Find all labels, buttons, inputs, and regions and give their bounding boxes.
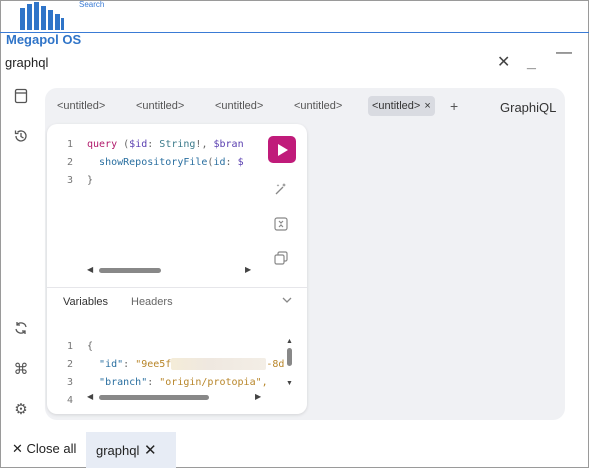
tab-close-icon[interactable]: × (424, 100, 430, 112)
graphiql-container: <untitled> <untitled> <untitled> <untitl… (45, 88, 565, 420)
run-query-button[interactable] (268, 136, 296, 163)
scroll-thumb[interactable] (99, 395, 209, 400)
code-line: 3 "branch": "origin/protopia", (47, 374, 287, 392)
tab-variables[interactable]: Variables (63, 296, 108, 308)
command-icon[interactable]: ⌘ (12, 361, 30, 379)
tab-untitled-3[interactable]: <untitled> (211, 96, 267, 116)
close-window-icon[interactable]: ✕ (497, 52, 510, 72)
refresh-icon[interactable] (12, 320, 30, 338)
search-label[interactable]: Search (79, 0, 104, 9)
add-tab-button[interactable]: + (450, 98, 458, 114)
variable-key: "id" (99, 359, 124, 370)
scroll-left-icon[interactable]: ◀ (87, 392, 93, 401)
scroll-right-icon[interactable]: ▶ (245, 265, 251, 274)
query-horizontal-scrollbar[interactable]: ◀ ▶ (87, 265, 252, 275)
copy-icon[interactable] (273, 250, 289, 266)
variables-line-3: "branch": "origin/protopia", (99, 377, 268, 388)
gear-icon[interactable]: ⚙ (12, 401, 30, 419)
graphiql-logo[interactable]: GraphiQL (500, 100, 556, 115)
scroll-thumb[interactable] (99, 268, 161, 273)
variables-horizontal-scrollbar[interactable]: ◀ ▶ (87, 392, 262, 402)
code-line: 1 { (47, 338, 287, 356)
minimize-icon[interactable]: _ (527, 54, 536, 72)
book-icon[interactable] (12, 88, 30, 106)
line-number: 1 (67, 139, 74, 150)
close-all-label: Close all (26, 441, 77, 456)
query-editor[interactable]: 1 query ($id: String!, $bran 2 showRepos… (47, 136, 259, 190)
tab-untitled-2[interactable]: <untitled> (132, 96, 188, 116)
close-all-button[interactable]: ✕ Close all (12, 441, 76, 457)
graphiql-tabs: <untitled> <untitled> <untitled> <untitl… (45, 94, 565, 116)
tab-untitled-4[interactable]: <untitled> (290, 96, 346, 116)
variable-value: "origin/protopia", (159, 377, 268, 388)
bottom-tab-label: graphql (96, 443, 140, 458)
prettify-icon[interactable] (273, 181, 289, 197)
line-number: 2 (67, 157, 74, 168)
code-line: 3 } (47, 172, 259, 190)
scroll-up-icon[interactable]: ▲ (286, 338, 293, 345)
scroll-thumb[interactable] (287, 348, 292, 366)
query-line-2: showRepositoryFile(id: $ (99, 157, 244, 168)
line-number: 4 (67, 395, 74, 406)
line-number: 1 (67, 341, 74, 352)
line-number: 3 (67, 377, 74, 388)
maximize-icon[interactable]: — (556, 44, 572, 62)
editor-divider (47, 287, 307, 288)
line-number: 2 (67, 359, 74, 370)
line-number: 3 (67, 175, 74, 186)
code-line: 1 query ($id: String!, $bran (47, 136, 259, 154)
query-line-3: } (87, 175, 94, 186)
tab-headers[interactable]: Headers (131, 296, 173, 308)
brand-name: Megapol OS (6, 32, 82, 47)
query-line-1: query ($id: String!, $bran (87, 139, 244, 150)
variables-line-2: "id": "9ee5f -8d (99, 358, 285, 370)
redacted-value (171, 358, 267, 370)
merge-fragments-icon[interactable] (273, 216, 289, 232)
scroll-left-icon[interactable]: ◀ (87, 265, 93, 274)
close-tab-icon[interactable]: ✕ (144, 441, 157, 459)
chevron-down-icon[interactable] (281, 294, 293, 309)
scroll-right-icon[interactable]: ▶ (255, 392, 261, 401)
scroll-down-icon[interactable]: ▼ (286, 380, 293, 387)
tab-label: <untitled> (372, 100, 421, 112)
megapol-logo (18, 2, 66, 30)
header-divider (0, 32, 589, 33)
code-line: 2 showRepositoryFile(id: $ (47, 154, 259, 172)
variable-value-end: -8d (266, 359, 285, 370)
close-icon: ✕ (12, 441, 23, 456)
bottom-tab-graphql[interactable]: graphql ✕ (86, 432, 176, 468)
history-icon[interactable] (12, 128, 30, 146)
variable-value-start: "9ee5f (135, 359, 172, 370)
variables-line-1: { (87, 341, 94, 352)
tab-untitled-active[interactable]: <untitled> × (368, 96, 435, 116)
window-title: graphql (5, 55, 49, 70)
editor-card: 1 query ($id: String!, $bran 2 showRepos… (47, 124, 307, 414)
variables-vertical-scrollbar[interactable]: ▲ ▼ (285, 338, 295, 390)
variable-key: "branch" (99, 377, 148, 388)
tab-untitled-1[interactable]: <untitled> (53, 96, 109, 116)
code-line: 2 "id": "9ee5f -8d (47, 356, 287, 374)
